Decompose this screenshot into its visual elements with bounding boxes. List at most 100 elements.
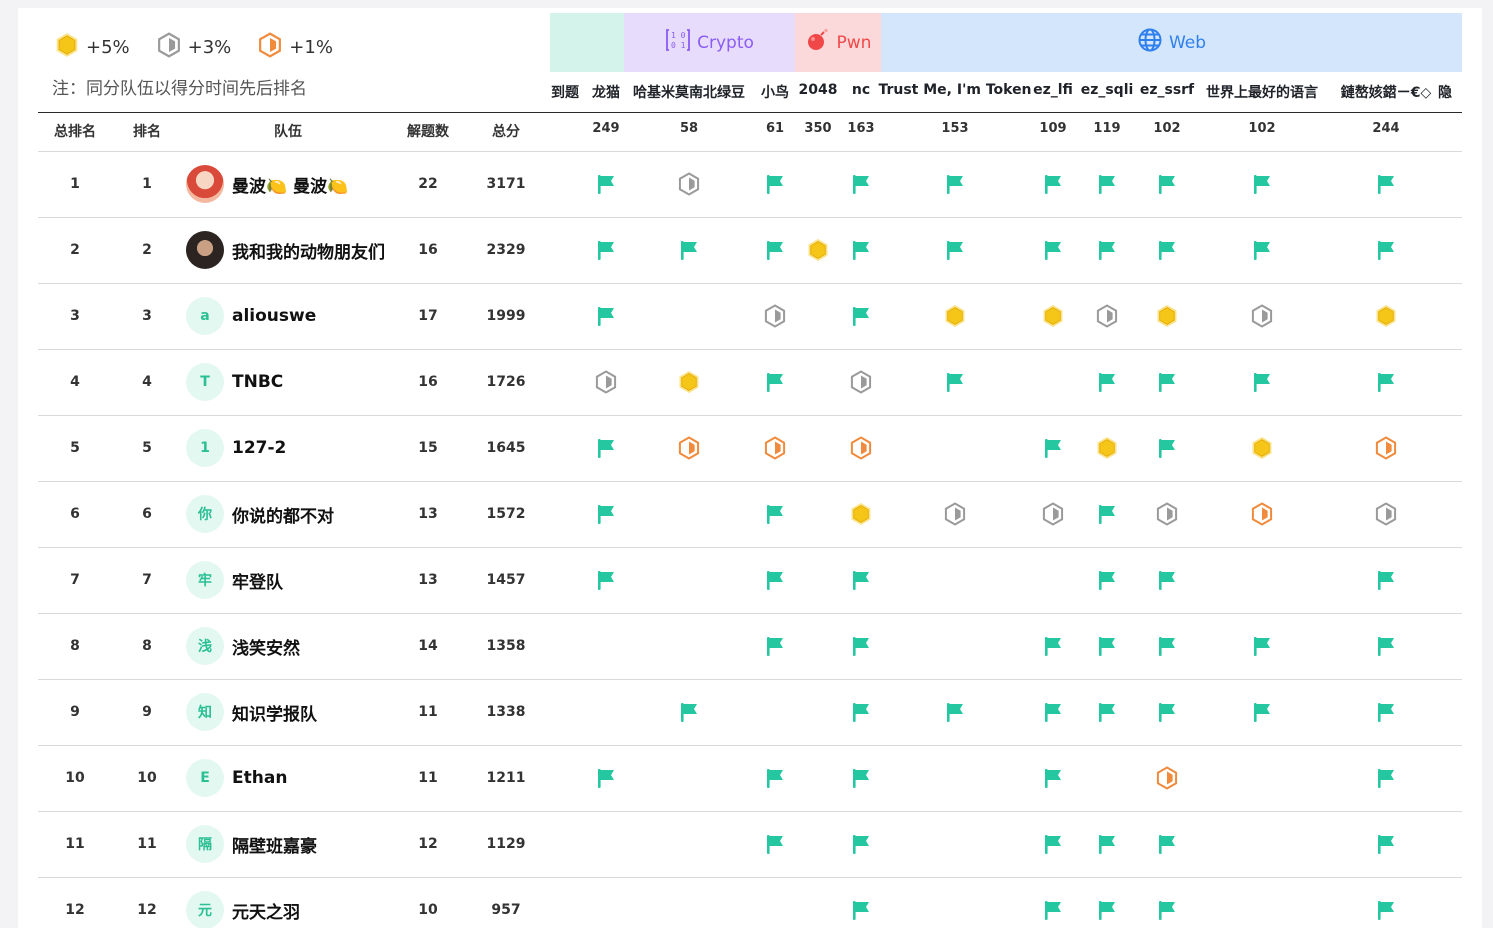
challenge-header-5[interactable]: nc bbox=[852, 82, 870, 104]
solved-flag-icon bbox=[849, 568, 873, 592]
solved-flag-icon bbox=[763, 832, 787, 856]
category-band-crypto[interactable]: 1 00 1 Crypto bbox=[624, 13, 795, 72]
row-divider bbox=[38, 349, 1462, 350]
solved-flag-icon bbox=[943, 238, 967, 262]
table-row[interactable]: 4 4 16 1726 T TNBC bbox=[18, 349, 1482, 415]
table-row[interactable]: 7 7 13 1457 牢牢登队 bbox=[18, 547, 1482, 613]
team-name[interactable]: 元天之羽 bbox=[232, 898, 300, 923]
challenge-score-3: 61 bbox=[765, 121, 785, 136]
solved-flag-icon bbox=[594, 502, 618, 526]
team-cell[interactable]: 曼波🍋 曼波🍋 bbox=[186, 165, 348, 203]
table-row[interactable]: 12 12 10 957 元元天之羽 bbox=[18, 877, 1482, 928]
table-row[interactable]: 5 5 15 1645 1 127-2 bbox=[18, 415, 1482, 481]
bronze-medal-icon bbox=[1250, 502, 1274, 526]
solved-flag-icon bbox=[1374, 634, 1398, 658]
challenge-header-8[interactable]: ez_sqli bbox=[1081, 82, 1134, 104]
category-band-pwn[interactable]: Pwn bbox=[795, 13, 881, 72]
challenge-header-2[interactable]: 哈基米莫南北绿豆 bbox=[633, 82, 745, 104]
team-name[interactable]: 你说的都不对 bbox=[232, 502, 334, 527]
solved-flag-icon bbox=[594, 172, 618, 196]
table-row[interactable]: 11 11 12 1129 隔隔壁班嘉豪 bbox=[18, 811, 1482, 877]
row-divider bbox=[38, 613, 1462, 614]
solved-flag-icon bbox=[1250, 370, 1274, 394]
team-cell[interactable]: 浅浅笑安然 bbox=[186, 627, 300, 665]
solved-flag-icon bbox=[1095, 238, 1119, 262]
solved-flag-icon bbox=[1250, 172, 1274, 196]
overall-rank-cell: 5 bbox=[70, 440, 80, 456]
solved-cell: 13 bbox=[418, 572, 438, 588]
table-row[interactable]: 9 9 11 1338 知知识学报队 bbox=[18, 679, 1482, 745]
overall-rank-cell: 2 bbox=[70, 242, 80, 258]
table-row[interactable]: 3 3 17 1999 a aliouswe bbox=[18, 283, 1482, 349]
solved-flag-icon bbox=[1374, 700, 1398, 724]
table-row[interactable]: 2 2 16 2329 我和我的动物朋友们 bbox=[18, 217, 1482, 283]
team-cell[interactable]: T TNBC bbox=[186, 363, 283, 401]
solved-flag-icon bbox=[1041, 700, 1065, 724]
team-name[interactable]: 隔壁班嘉豪 bbox=[232, 832, 317, 857]
team-name[interactable]: 知识学报队 bbox=[232, 700, 317, 725]
table-row[interactable]: 6 6 13 1572 你你说的都不对 bbox=[18, 481, 1482, 547]
silver-medal-icon bbox=[1250, 304, 1274, 328]
team-cell[interactable]: E Ethan bbox=[186, 759, 287, 797]
table-row[interactable]: 1 1 22 3171 曼波🍋 曼波🍋 bbox=[18, 151, 1482, 217]
challenge-header-4[interactable]: 2048 bbox=[799, 82, 838, 104]
total-cell: 1338 bbox=[486, 704, 526, 720]
solved-flag-icon bbox=[849, 172, 873, 196]
challenge-header-11[interactable]: 鏈嶅姟鍣ㄧ€◇ bbox=[1341, 82, 1432, 104]
team-cell[interactable]: a aliouswe bbox=[186, 297, 316, 335]
total-cell: 1999 bbox=[486, 308, 526, 324]
solved-flag-icon bbox=[763, 568, 787, 592]
total-cell: 1726 bbox=[486, 374, 526, 390]
row-divider bbox=[38, 547, 1462, 548]
solved-flag-icon bbox=[1374, 898, 1398, 922]
solved-flag-icon bbox=[1095, 568, 1119, 592]
team-name[interactable]: aliouswe bbox=[232, 306, 316, 326]
team-name[interactable]: TNBC bbox=[232, 372, 283, 392]
header-total[interactable]: 总分 bbox=[492, 121, 520, 141]
challenge-header-0[interactable]: 到题 bbox=[551, 82, 579, 104]
team-cell[interactable]: 牢牢登队 bbox=[186, 561, 283, 599]
team-cell[interactable]: 我和我的动物朋友们 bbox=[186, 231, 385, 269]
challenge-header-9[interactable]: ez_ssrf bbox=[1140, 82, 1194, 104]
team-name[interactable]: Ethan bbox=[232, 768, 287, 788]
solved-flag-icon bbox=[1041, 238, 1065, 262]
team-name[interactable]: 曼波🍋 曼波🍋 bbox=[232, 172, 348, 197]
team-name[interactable]: 我和我的动物朋友们 bbox=[232, 238, 385, 263]
svg-text:0 1: 0 1 bbox=[671, 41, 686, 50]
silver-medal-icon bbox=[849, 370, 873, 394]
challenge-header-7[interactable]: ez_lfi bbox=[1033, 82, 1073, 104]
team-cell[interactable]: 你你说的都不对 bbox=[186, 495, 334, 533]
silver-medal-icon bbox=[1155, 502, 1179, 526]
team-cell[interactable]: 元元天之羽 bbox=[186, 891, 300, 928]
rank-cell: 3 bbox=[142, 308, 152, 324]
team-cell[interactable]: 1 127-2 bbox=[186, 429, 286, 467]
challenge-header-1[interactable]: 龙猫 bbox=[592, 82, 620, 104]
category-band-web[interactable]: Web bbox=[881, 13, 1462, 72]
team-cell[interactable]: 知知识学报队 bbox=[186, 693, 317, 731]
legend-gold-label: +5% bbox=[86, 37, 130, 58]
category-band-misc[interactable] bbox=[550, 13, 624, 72]
challenge-header-6[interactable]: Trust Me, I'm Token bbox=[878, 82, 1031, 104]
header-rank[interactable]: 排名 bbox=[133, 121, 161, 141]
team-cell[interactable]: 隔隔壁班嘉豪 bbox=[186, 825, 317, 863]
table-row[interactable]: 10 10 11 1211 E Ethan bbox=[18, 745, 1482, 811]
header-overall-rank[interactable]: 总排名 bbox=[54, 121, 96, 141]
challenge-header-3[interactable]: 小鸟 bbox=[761, 82, 789, 104]
solved-flag-icon bbox=[594, 766, 618, 790]
solved-flag-icon bbox=[1095, 634, 1119, 658]
challenge-header-12[interactable]: 隐 bbox=[1438, 82, 1452, 104]
row-divider bbox=[38, 811, 1462, 812]
category-label-web: Web bbox=[1168, 32, 1207, 53]
table-row[interactable]: 8 8 14 1358 浅浅笑安然 bbox=[18, 613, 1482, 679]
solved-flag-icon bbox=[849, 304, 873, 328]
silver-medal-icon bbox=[943, 502, 967, 526]
team-name[interactable]: 浅笑安然 bbox=[232, 634, 300, 659]
total-cell: 1645 bbox=[486, 440, 526, 456]
header-team[interactable]: 队伍 bbox=[274, 121, 302, 141]
team-name[interactable]: 127-2 bbox=[232, 438, 286, 458]
challenge-header-10[interactable]: 世界上最好的语言 bbox=[1206, 82, 1318, 104]
header-solved[interactable]: 解题数 bbox=[407, 121, 449, 141]
legend-silver-label: +3% bbox=[187, 37, 232, 58]
team-name[interactable]: 牢登队 bbox=[232, 568, 283, 593]
photo-avatar bbox=[186, 165, 224, 203]
